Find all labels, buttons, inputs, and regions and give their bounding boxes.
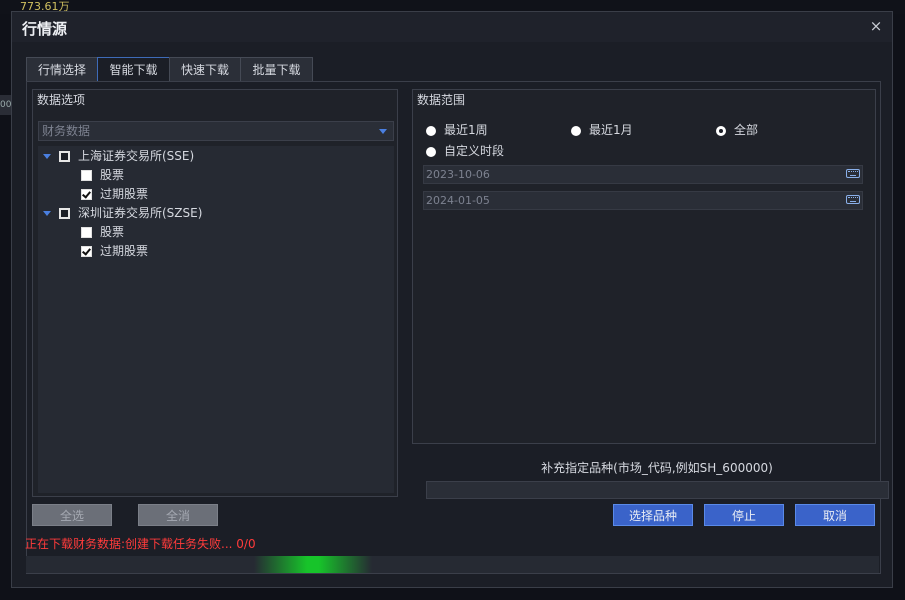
chevron-down-icon (379, 129, 387, 134)
tree-node-szse-expired[interactable]: 过期股票 (81, 242, 148, 261)
checkbox-checked-icon[interactable] (81, 246, 92, 257)
tree-node-sse[interactable]: 上海证券交易所(SSE) (43, 147, 194, 166)
radio-last-month[interactable]: 最近1月 (571, 121, 633, 139)
select-all-button[interactable]: 全选 (32, 504, 112, 526)
close-icon[interactable]: × (866, 16, 886, 36)
progress-bar (26, 556, 879, 573)
end-date-input[interactable]: 2024-01-05 (423, 191, 863, 210)
tree-node-label: 过期股票 (100, 187, 149, 201)
expand-arrow-icon[interactable] (43, 154, 51, 159)
tree-node-label: 股票 (100, 225, 125, 239)
radio-label: 全部 (734, 123, 759, 137)
end-date-value: 2024-01-05 (426, 194, 490, 207)
dialog-titlebar[interactable]: 行情源 × (12, 12, 892, 42)
data-options-panel: 数据选项 财务数据 上海证券交易所(SSE) 股票 过期股票 深圳证券交易所(S… (32, 89, 398, 497)
data-range-panel: 数据范围 最近1周 最近1月 全部 自定义时段 2023-10-06 2024-… (412, 89, 876, 444)
supplement-input[interactable] (426, 481, 889, 499)
dialog-title: 行情源 (22, 20, 68, 38)
radio-icon[interactable] (571, 125, 581, 136)
keyboard-icon[interactable] (846, 195, 860, 204)
tree-node-label: 深圳证券交易所(SZSE) (78, 206, 203, 220)
data-range-title: 数据范围 (417, 93, 466, 107)
cancel-button[interactable]: 取消 (795, 504, 875, 526)
stop-button[interactable]: 停止 (704, 504, 784, 526)
checkbox-partial-icon[interactable] (59, 208, 70, 219)
radio-label: 最近1周 (444, 123, 488, 137)
background-left-edge: 00 (0, 95, 11, 115)
tree-node-szse-stocks[interactable]: 股票 (81, 223, 124, 242)
data-type-value: 财务数据 (42, 124, 91, 138)
checkbox-icon[interactable] (81, 227, 92, 238)
tab-smart-download[interactable]: 智能下载 (97, 57, 170, 82)
radio-custom-period[interactable]: 自定义时段 (426, 142, 504, 160)
choose-symbol-button[interactable]: 选择品种 (613, 504, 693, 526)
tree-node-sse-stocks[interactable]: 股票 (81, 166, 124, 185)
expand-arrow-icon[interactable] (43, 211, 51, 216)
radio-last-week[interactable]: 最近1周 (426, 121, 488, 139)
deselect-all-button[interactable]: 全消 (138, 504, 218, 526)
exchange-tree: 上海证券交易所(SSE) 股票 过期股票 深圳证券交易所(SZSE) 股票 过期… (38, 146, 394, 493)
market-source-dialog: 行情源 × 行情选择 智能下载 快速下载 批量下载 数据选项 财务数据 上海证券… (11, 11, 893, 588)
checkbox-partial-icon[interactable] (59, 151, 70, 162)
tab-market-select[interactable]: 行情选择 (26, 57, 98, 81)
tab-content: 数据选项 财务数据 上海证券交易所(SSE) 股票 过期股票 深圳证券交易所(S… (26, 81, 889, 574)
radio-all[interactable]: 全部 (716, 121, 758, 139)
radio-icon[interactable] (426, 146, 436, 157)
progress-indicator (254, 556, 372, 573)
supplement-label: 补充指定品种(市场_代码,例如SH_600000) (541, 461, 773, 475)
radio-label: 最近1月 (589, 123, 633, 137)
tree-node-label: 上海证券交易所(SSE) (78, 149, 195, 163)
tree-node-label: 过期股票 (100, 244, 149, 258)
radio-label: 自定义时段 (444, 144, 505, 158)
data-options-title: 数据选项 (37, 93, 86, 107)
start-date-input[interactable]: 2023-10-06 (423, 165, 863, 184)
checkbox-icon[interactable] (81, 170, 92, 181)
start-date-value: 2023-10-06 (426, 168, 490, 181)
tree-node-label: 股票 (100, 168, 125, 182)
radio-icon[interactable] (426, 125, 436, 136)
tab-batch-download[interactable]: 批量下载 (240, 57, 313, 81)
tree-node-sse-expired[interactable]: 过期股票 (81, 185, 148, 204)
status-message: 正在下载财务数据:创建下载任务失败... 0/0 (25, 537, 256, 551)
radio-selected-icon[interactable] (716, 125, 726, 136)
tree-node-szse[interactable]: 深圳证券交易所(SZSE) (43, 204, 202, 223)
tab-quick-download[interactable]: 快速下载 (169, 57, 241, 81)
data-type-dropdown[interactable]: 财务数据 (38, 121, 394, 141)
keyboard-icon[interactable] (846, 169, 860, 178)
checkbox-checked-icon[interactable] (81, 189, 92, 200)
